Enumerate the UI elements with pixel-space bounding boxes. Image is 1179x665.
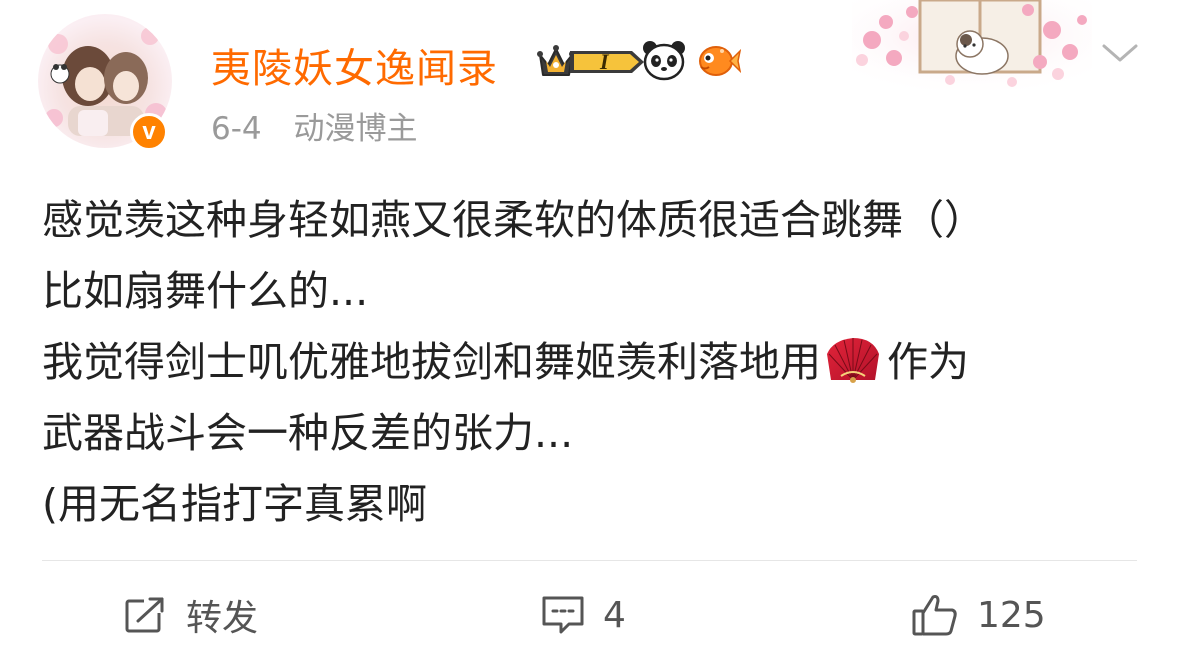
- content-line: (用无名指打字真累啊: [42, 480, 427, 528]
- vip-level-badge[interactable]: I: [536, 43, 657, 81]
- actions-divider: [42, 560, 1137, 561]
- repost-button[interactable]: 转发: [124, 585, 258, 645]
- like-count: 125: [977, 594, 1046, 636]
- content-line: 我觉得剑士叽优雅地拔剑和舞姬羡利落地用 作为: [42, 327, 1137, 398]
- content-line: 比如扇舞什么的...: [42, 267, 369, 315]
- crown-icon: [537, 45, 644, 76]
- author-avatar-wrap[interactable]: v: [38, 14, 172, 151]
- chevron-down-icon[interactable]: [1100, 38, 1140, 68]
- post-time: 6-4: [211, 111, 262, 147]
- content-line: 感觉羡这种身轻如燕又很柔软的体质很适合跳舞（）: [42, 196, 985, 244]
- comment-button[interactable]: 4: [541, 585, 626, 645]
- comment-icon: [541, 594, 585, 636]
- repost-label: 转发: [186, 598, 259, 639]
- post-meta: 6-4 动漫博主: [211, 103, 418, 148]
- verified-badge: v: [130, 113, 168, 151]
- panda-icon: [641, 39, 687, 85]
- author-name[interactable]: 夷陵妖女逸闻录: [211, 36, 498, 94]
- content-text: 作为: [887, 338, 969, 386]
- folding-fan-icon: [823, 335, 883, 383]
- thumbs-up-icon: [911, 593, 959, 637]
- card-decoration: [852, 0, 1092, 90]
- content-text: 我觉得剑士叽优雅地拔剑和舞姬羡利落地用: [42, 338, 821, 386]
- repost-icon: [124, 595, 168, 635]
- comment-count: 4: [603, 594, 626, 636]
- content-line: 武器战斗会一种反差的张力...: [42, 409, 574, 457]
- author-badges: I: [536, 40, 741, 84]
- vip-level-label: I: [600, 49, 609, 74]
- like-button[interactable]: 125: [911, 585, 1046, 645]
- post-content[interactable]: 感觉羡这种身轻如燕又很柔软的体质很适合跳舞（） 比如扇舞什么的... 我觉得剑士…: [42, 185, 1137, 540]
- goldfish-icon: [695, 39, 741, 85]
- post-action-bar: 转发 4 125: [0, 585, 1179, 645]
- author-label: 动漫博主: [293, 111, 418, 147]
